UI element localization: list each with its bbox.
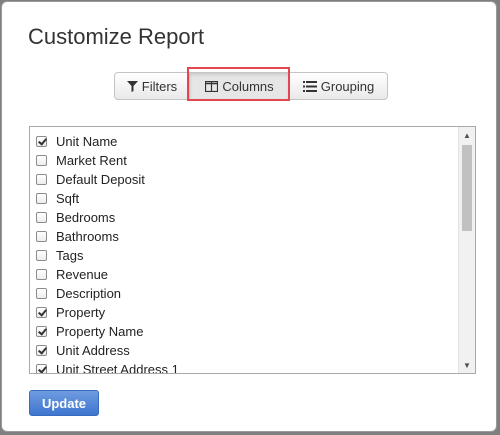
grouping-tab-label: Grouping <box>320 78 375 94</box>
checkbox-unchecked[interactable] <box>36 231 47 242</box>
column-option-item[interactable]: Unit Address <box>36 341 130 360</box>
checkbox-checked[interactable] <box>36 307 47 318</box>
column-option-item[interactable]: Property <box>36 303 105 322</box>
filters-tab-button[interactable]: Filters <box>114 72 190 100</box>
checkbox-unchecked[interactable] <box>36 212 47 223</box>
checkbox-checked[interactable] <box>36 326 47 337</box>
column-option-label: Tags <box>56 248 84 263</box>
column-option-label: Property Name <box>56 324 144 339</box>
column-option-label: Sqft <box>56 191 80 206</box>
checkbox-unchecked[interactable] <box>36 269 47 280</box>
columns-checkbox-list[interactable]: Unit Name Market Rent Default Deposit Sqft B… <box>29 126 476 374</box>
column-option-label: Description <box>56 286 122 301</box>
list-scrollbar[interactable]: ▲ ▼ <box>458 127 475 373</box>
column-option-item[interactable]: Tags <box>36 246 83 265</box>
column-option-item[interactable]: Bathrooms <box>36 227 119 246</box>
columns-tab-label: Columns <box>222 78 274 94</box>
column-option-label: Unit Name <box>56 134 118 149</box>
column-option-item[interactable]: Bedrooms <box>36 208 115 227</box>
column-option-item[interactable]: Market Rent <box>36 151 127 170</box>
column-option-label: Market Rent <box>56 153 127 168</box>
scroll-down-arrow-icon[interactable]: ▼ <box>459 357 475 373</box>
dialog-title: Customize Report <box>28 24 205 49</box>
column-option-label: Bedrooms <box>56 210 116 225</box>
column-option-item[interactable]: Description <box>36 284 121 303</box>
filters-tab-label: Filters <box>141 78 178 94</box>
column-option-item[interactable]: Revenue <box>36 265 108 284</box>
columns-icon <box>205 80 219 92</box>
list-icon <box>302 80 317 92</box>
checkbox-checked[interactable] <box>36 136 47 147</box>
column-option-item[interactable]: Sqft <box>36 189 79 208</box>
column-option-item[interactable]: Unit Name <box>36 132 117 151</box>
column-option-label: Unit Address <box>56 343 130 358</box>
column-option-label: Property <box>56 305 106 320</box>
scroll-up-arrow-icon[interactable]: ▲ <box>459 127 475 143</box>
checkbox-unchecked[interactable] <box>36 250 47 261</box>
column-option-label: Default Deposit <box>56 172 145 187</box>
customize-report-dialog: Customize Report Filters Columns Groupin… <box>1 1 497 432</box>
grouping-tab-button[interactable]: Grouping <box>290 72 388 100</box>
checkbox-unchecked[interactable] <box>36 155 47 166</box>
column-option-item[interactable]: Property Name <box>36 322 143 341</box>
checkbox-checked[interactable] <box>36 345 47 356</box>
scroll-thumb[interactable] <box>462 145 472 231</box>
checkbox-checked[interactable] <box>36 364 47 373</box>
column-option-item[interactable]: Unit Street Address 1 <box>36 360 179 374</box>
tab-button-group: Filters Columns Grouping <box>114 72 388 100</box>
checkbox-unchecked[interactable] <box>36 174 47 185</box>
update-button[interactable]: Update <box>29 390 99 416</box>
checkbox-unchecked[interactable] <box>36 193 47 204</box>
column-option-label: Bathrooms <box>56 229 119 244</box>
columns-tab-button[interactable]: Columns <box>190 72 290 100</box>
filter-icon <box>126 80 138 92</box>
column-option-item[interactable]: Default Deposit <box>36 170 145 189</box>
column-option-label: Revenue <box>56 267 109 282</box>
checkbox-unchecked[interactable] <box>36 288 47 299</box>
column-option-label: Unit Street Address 1 <box>56 362 179 374</box>
